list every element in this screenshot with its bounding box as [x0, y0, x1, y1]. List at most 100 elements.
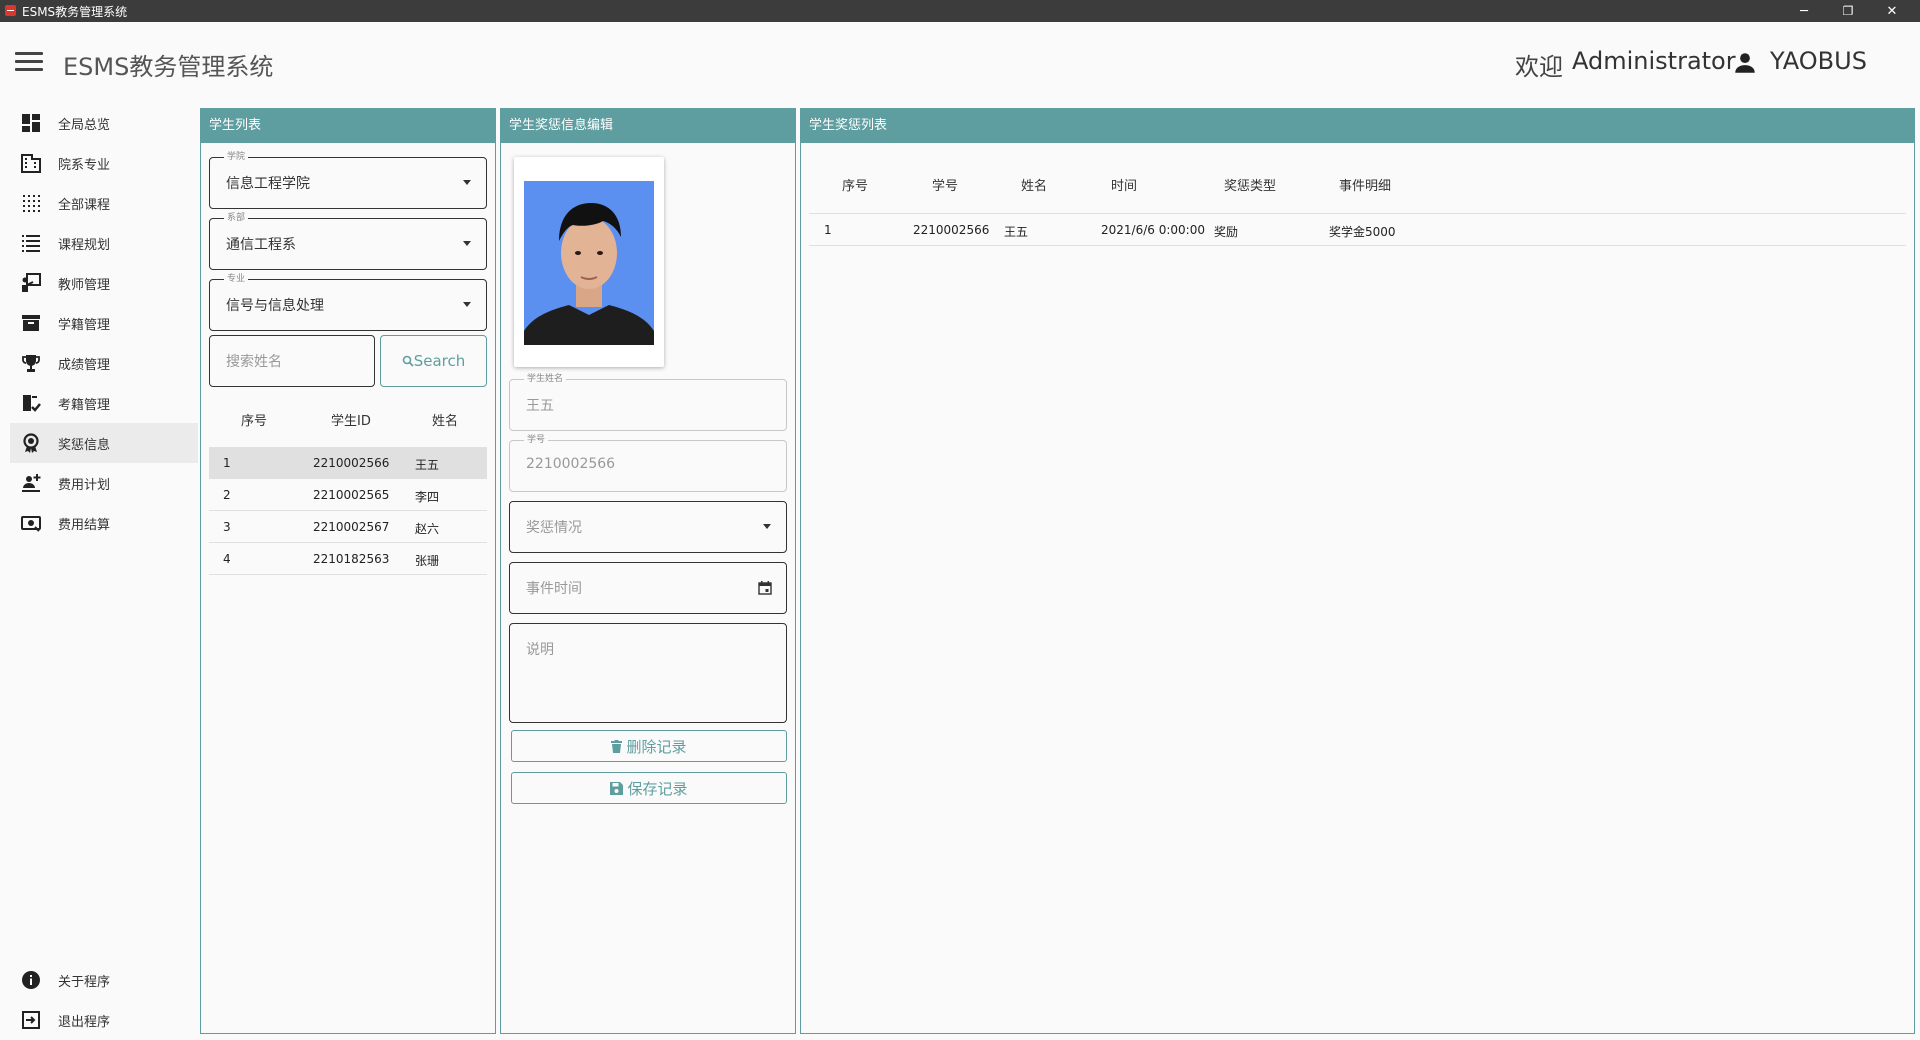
column-header[interactable]: 学生ID: [331, 410, 371, 429]
delete-record-button[interactable]: 删除记录: [511, 730, 787, 762]
window-title: ESMS教务管理系统: [22, 5, 128, 19]
sidebar-item-label: 学籍管理: [58, 317, 111, 333]
column-header[interactable]: 事件明细: [1339, 175, 1391, 194]
list-icon: [20, 232, 42, 254]
cell-reward-type: 奖励: [1214, 225, 1239, 239]
cell-name: 赵六: [415, 522, 440, 536]
caret-down-icon: [463, 302, 471, 307]
field-value: 通信工程系: [226, 237, 296, 253]
cell-index: 1: [824, 223, 832, 237]
welcome-text: 欢迎: [1515, 53, 1563, 81]
description-textarea[interactable]: 说明: [509, 623, 787, 723]
sidebar-item-rewards[interactable]: 奖惩信息: [10, 423, 198, 463]
sidebar-item-label: 奖惩信息: [58, 437, 111, 453]
sidebar-item-label: 全部课程: [58, 197, 111, 213]
restore-button[interactable]: ❐: [1826, 0, 1870, 22]
sidebar-item-overview[interactable]: 全局总览: [10, 103, 198, 143]
student-photo: [524, 181, 654, 345]
plan-icon: [20, 472, 42, 494]
field-label: 学生姓名: [524, 374, 567, 384]
column-header[interactable]: 姓名: [1021, 175, 1047, 194]
sidebar-item-label: 费用计划: [58, 477, 111, 493]
trophy-icon: [20, 352, 42, 374]
sidebar-item-label: 成绩管理: [58, 357, 111, 373]
column-header[interactable]: 姓名: [432, 410, 458, 429]
major-select[interactable]: 专业 信号与信息处理: [209, 274, 487, 331]
search-placeholder: 搜索姓名: [226, 354, 282, 370]
menu-icon[interactable]: [15, 52, 43, 72]
sidebar-item-grades[interactable]: 成绩管理: [10, 343, 198, 383]
calendar-icon[interactable]: [758, 581, 772, 595]
column-header[interactable]: 奖惩类型: [1224, 175, 1276, 194]
panel-title: 学生奖惩列表: [801, 109, 1914, 143]
sidebar-item-about[interactable]: 关于程序: [10, 960, 198, 1000]
dashboard-icon: [20, 112, 42, 134]
sidebar-item-courses[interactable]: 全部课程: [10, 183, 198, 223]
user-icon[interactable]: [1732, 50, 1758, 76]
table-row[interactable]: 2 2210002565 李四: [209, 479, 487, 511]
sidebar-item-label: 费用结算: [58, 517, 111, 533]
search-button[interactable]: Search: [380, 335, 487, 387]
exit-icon: [20, 1009, 42, 1031]
caret-down-icon: [763, 524, 771, 529]
save-record-button[interactable]: 保存记录: [511, 772, 787, 804]
column-header[interactable]: 时间: [1111, 175, 1137, 194]
table-row[interactable]: 1 2210002566 王五: [209, 447, 487, 479]
sidebar-item-teachers[interactable]: 教师管理: [10, 263, 198, 303]
cell-index: 4: [223, 552, 231, 566]
college-select[interactable]: 学院 信息工程学院: [209, 152, 487, 209]
cell-detail: 奖学金5000: [1329, 225, 1396, 239]
sidebar-item-label: 考籍管理: [58, 397, 111, 413]
sidebar-item-label: 全局总览: [58, 117, 111, 133]
field-label: 系部: [224, 213, 249, 223]
column-header[interactable]: 学号: [932, 175, 958, 194]
cell-student-id: 2210002565: [313, 488, 390, 502]
cell-time: 2021/6/6 0:00:00: [1101, 223, 1205, 237]
username[interactable]: YAOBUS: [1770, 47, 1867, 75]
column-header[interactable]: 序号: [842, 175, 868, 194]
sidebar-item-exit[interactable]: 退出程序: [10, 1000, 198, 1040]
field-label: 学号: [524, 435, 549, 445]
student-name-field[interactable]: 学生姓名 王五: [509, 374, 787, 431]
caret-down-icon: [463, 241, 471, 246]
table-row[interactable]: 4 2210182563 张珊: [209, 543, 487, 575]
column-header[interactable]: 序号: [241, 410, 267, 429]
sidebar-item-label: 课程规划: [58, 237, 111, 253]
cell-index: 2: [223, 488, 231, 502]
sidebar-item-label: 教师管理: [58, 277, 111, 293]
user-role: Administrator: [1572, 47, 1736, 75]
field-value: 信号与信息处理: [226, 298, 324, 314]
delete-button-label: 删除记录: [626, 737, 687, 756]
cell-student-id: 2210002566: [313, 456, 390, 470]
sidebar-item-enrollment[interactable]: 学籍管理: [10, 303, 198, 343]
save-icon: [610, 781, 624, 795]
table-row[interactable]: 1 2210002566 王五 2021/6/6 0:00:00 奖励 奖学金5…: [809, 214, 1906, 246]
panel-title: 学生列表: [201, 109, 495, 143]
department-select[interactable]: 系部 通信工程系: [209, 213, 487, 270]
sidebar-item-fee-settlement[interactable]: 费用结算: [10, 503, 198, 543]
field-placeholder: 事件时间: [526, 581, 582, 597]
event-time-picker[interactable]: 事件时间: [509, 562, 787, 614]
info-icon: [20, 969, 42, 991]
table-row[interactable]: 3 2210002567 赵六: [209, 511, 487, 543]
sidebar-item-course-plan[interactable]: 课程规划: [10, 223, 198, 263]
field-placeholder: 说明: [526, 642, 554, 658]
student-photo-card: [514, 157, 664, 367]
student-no-field[interactable]: 学号 2210002566: [509, 435, 787, 492]
minimize-button[interactable]: ─: [1782, 0, 1826, 22]
sidebar-item-label: 退出程序: [58, 1014, 111, 1030]
cell-index: 1: [223, 456, 231, 470]
sidebar-item-departments[interactable]: 院系专业: [10, 143, 198, 183]
cell-index: 3: [223, 520, 231, 534]
sidebar-item-exams[interactable]: 考籍管理: [10, 383, 198, 423]
panel-title: 学生奖惩信息编辑: [501, 109, 795, 143]
reward-type-select[interactable]: 奖惩情况: [509, 501, 787, 553]
cell-name: 王五: [415, 458, 440, 472]
close-button[interactable]: ✕: [1870, 0, 1914, 22]
sidebar-item-fee-plan[interactable]: 费用计划: [10, 463, 198, 503]
search-input[interactable]: 搜索姓名: [209, 335, 375, 387]
caret-down-icon: [463, 180, 471, 185]
cell-student-id: 2210182563: [313, 552, 390, 566]
field-value: 信息工程学院: [226, 176, 310, 192]
app-logo-icon: [5, 5, 16, 16]
